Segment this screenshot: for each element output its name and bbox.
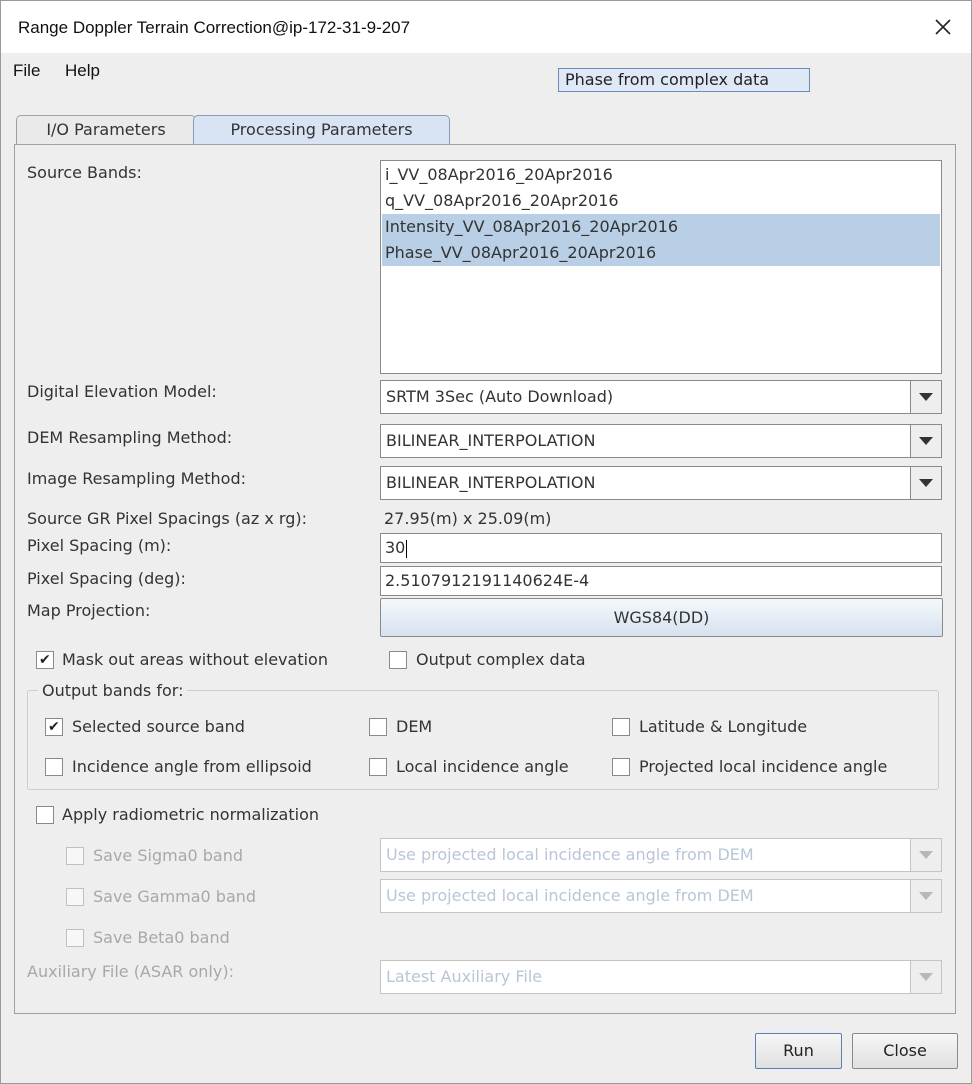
pixel-spacing-deg-label: Pixel Spacing (deg): xyxy=(27,569,186,588)
chevron-down-icon[interactable] xyxy=(910,961,941,993)
local-incidence-checkbox[interactable] xyxy=(369,758,387,776)
chevron-down-icon[interactable] xyxy=(910,839,941,871)
window-title: Range Doppler Terrain Correction@ip-172-… xyxy=(18,18,411,37)
text-caret xyxy=(406,539,408,558)
menu-bar: File Help xyxy=(1,53,971,93)
list-item[interactable]: q_VV_08Apr2016_20Apr2016 xyxy=(382,188,940,214)
lat-lon-checkbox[interactable] xyxy=(612,718,630,736)
sigma0-select[interactable]: Use projected local incidence angle from… xyxy=(380,838,942,872)
tab-io-parameters[interactable]: I/O Parameters xyxy=(16,115,196,145)
checkmark-icon: ✔ xyxy=(39,652,51,668)
list-item[interactable]: Intensity_VV_08Apr2016_20Apr2016 xyxy=(382,214,940,240)
lat-lon-label: Latitude & Longitude xyxy=(639,717,808,736)
gamma0-checkbox[interactable] xyxy=(66,888,84,906)
pixel-spacing-deg-input[interactable]: 2.5107912191140624E-4 xyxy=(380,566,942,596)
dem-select[interactable]: SRTM 3Sec (Auto Download) xyxy=(380,380,942,414)
incidence-ellipsoid-label: Incidence angle from ellipsoid xyxy=(72,757,312,776)
sigma0-label: Save Sigma0 band xyxy=(93,846,244,865)
menu-file[interactable]: File xyxy=(13,61,40,81)
output-bands-title: Output bands for: xyxy=(38,681,188,700)
radiometric-normalization-label: Apply radiometric normalization xyxy=(62,805,319,824)
gamma0-value: Use projected local incidence angle from… xyxy=(386,886,754,905)
image-resampling-value: BILINEAR_INTERPOLATION xyxy=(386,473,596,492)
gamma0-select[interactable]: Use projected local incidence angle from… xyxy=(380,879,942,913)
checkmark-icon: ✔ xyxy=(48,719,60,735)
projected-local-incidence-label: Projected local incidence angle xyxy=(639,757,888,776)
sigma0-value: Use projected local incidence angle from… xyxy=(386,845,754,864)
pixel-spacing-deg-value: 2.5107912191140624E-4 xyxy=(385,571,590,590)
dem-label: Digital Elevation Model: xyxy=(27,382,217,401)
chevron-down-icon[interactable] xyxy=(910,880,941,912)
menu-help[interactable]: Help xyxy=(65,61,100,81)
dem-band-checkbox[interactable] xyxy=(369,718,387,736)
image-resampling-label: Image Resampling Method: xyxy=(27,469,246,488)
dem-resampling-select[interactable]: BILINEAR_INTERPOLATION xyxy=(380,424,942,458)
beta0-checkbox[interactable] xyxy=(66,929,84,947)
list-item[interactable]: i_VV_08Apr2016_20Apr2016 xyxy=(382,162,940,188)
map-projection-label: Map Projection: xyxy=(27,601,151,620)
aux-file-select[interactable]: Latest Auxiliary File xyxy=(380,960,942,994)
aux-file-value: Latest Auxiliary File xyxy=(386,967,543,986)
pixel-spacing-m-value: 30 xyxy=(385,538,406,557)
mask-checkbox[interactable]: ✔ xyxy=(36,651,54,669)
close-icon[interactable] xyxy=(931,15,955,39)
dem-resampling-value: BILINEAR_INTERPOLATION xyxy=(386,431,596,450)
dem-value: SRTM 3Sec (Auto Download) xyxy=(386,387,614,406)
output-complex-label: Output complex data xyxy=(416,650,586,669)
list-item[interactable]: Phase_VV_08Apr2016_20Apr2016 xyxy=(382,240,940,266)
chevron-down-icon[interactable] xyxy=(910,467,941,499)
tooltip: Phase from complex data xyxy=(558,68,810,92)
dem-band-label: DEM xyxy=(396,717,433,736)
mask-label: Mask out areas without elevation xyxy=(62,650,328,669)
projected-local-incidence-checkbox[interactable] xyxy=(612,758,630,776)
gamma0-label: Save Gamma0 band xyxy=(93,887,257,906)
sigma0-checkbox[interactable] xyxy=(66,847,84,865)
beta0-label: Save Beta0 band xyxy=(93,928,230,947)
source-bands-label: Source Bands: xyxy=(27,163,142,182)
incidence-ellipsoid-checkbox[interactable] xyxy=(45,758,63,776)
source-gr-value: 27.95(m) x 25.09(m) xyxy=(384,509,552,528)
map-projection-button[interactable]: WGS84(DD) xyxy=(380,598,943,637)
source-bands-list[interactable]: i_VV_08Apr2016_20Apr2016 q_VV_08Apr2016_… xyxy=(380,160,942,374)
output-complex-checkbox[interactable] xyxy=(389,651,407,669)
title-bar: Range Doppler Terrain Correction@ip-172-… xyxy=(1,1,971,53)
selected-source-band-label: Selected source band xyxy=(72,717,245,736)
pixel-spacing-m-label: Pixel Spacing (m): xyxy=(27,536,172,555)
image-resampling-select[interactable]: BILINEAR_INTERPOLATION xyxy=(380,466,942,500)
close-button[interactable]: Close xyxy=(852,1033,958,1069)
chevron-down-icon[interactable] xyxy=(910,425,941,457)
source-gr-label: Source GR Pixel Spacings (az x rg): xyxy=(27,509,307,528)
run-button[interactable]: Run xyxy=(755,1033,842,1069)
selected-source-band-checkbox[interactable]: ✔ xyxy=(45,718,63,736)
pixel-spacing-m-input[interactable]: 30 xyxy=(380,533,942,563)
radiometric-normalization-checkbox[interactable] xyxy=(36,806,54,824)
dem-resampling-label: DEM Resampling Method: xyxy=(27,428,233,447)
local-incidence-label: Local incidence angle xyxy=(396,757,569,776)
aux-file-label: Auxiliary File (ASAR only): xyxy=(27,962,234,981)
tab-processing-parameters[interactable]: Processing Parameters xyxy=(193,115,450,145)
chevron-down-icon[interactable] xyxy=(910,381,941,413)
